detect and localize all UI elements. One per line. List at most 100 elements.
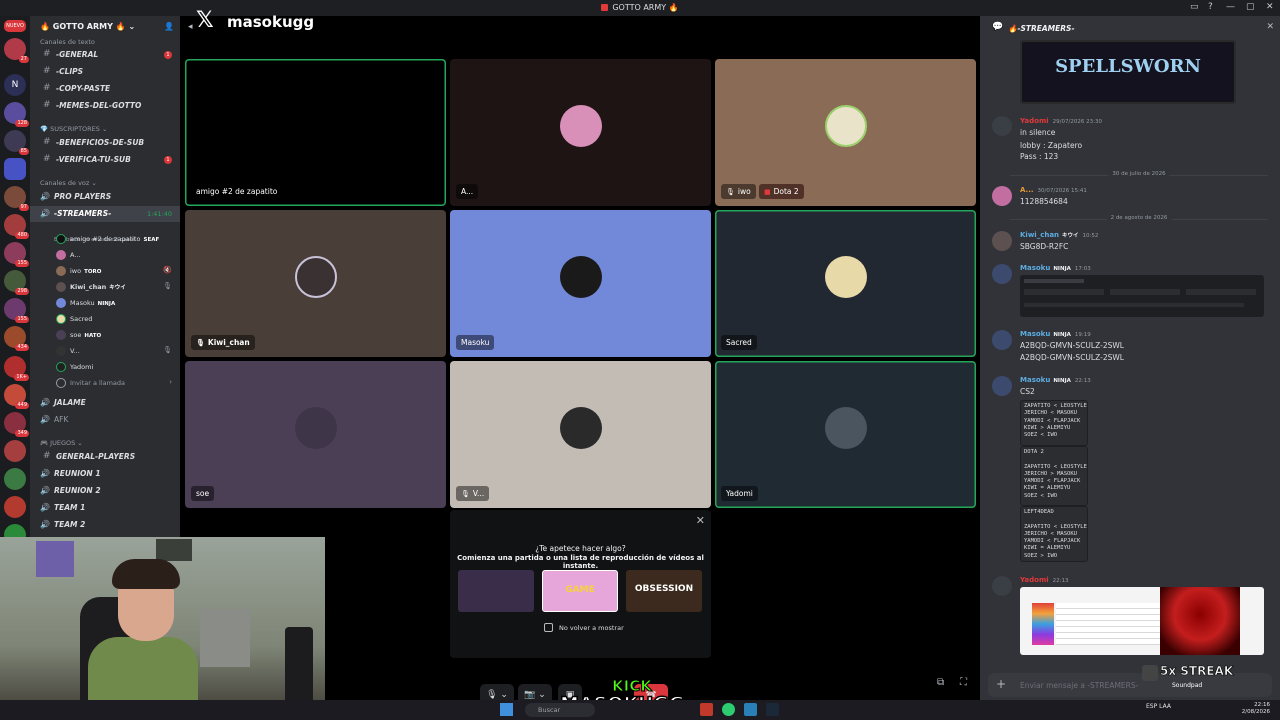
message-author[interactable]: Kiwi_chan キウイ 10:52	[1020, 231, 1098, 239]
participant-tile[interactable]: 🎙 iwo ■ Dota 2	[715, 59, 976, 206]
server-icon[interactable]	[4, 496, 26, 518]
inbox-icon[interactable]: ▭	[1190, 2, 1199, 12]
voice-member[interactable]: amigo #2 de zapatito SEAF	[30, 231, 180, 247]
message-author[interactable]: Masoku NINJA 17:03	[1020, 264, 1091, 272]
server-icon[interactable]: 298	[4, 270, 29, 295]
participant-tile[interactable]: Sacred	[715, 210, 976, 357]
participant-tile[interactable]: 🎙 V...	[450, 361, 711, 508]
spreadsheet-attachment[interactable]	[1020, 587, 1264, 655]
server-icon[interactable]	[4, 440, 26, 462]
app-icon[interactable]	[744, 703, 757, 716]
avatar[interactable]	[992, 376, 1012, 396]
voice-jalame[interactable]: 🔊 JALAME	[30, 395, 180, 411]
server-icon[interactable]: 85	[4, 130, 29, 155]
server-icon[interactable]: 1K+	[4, 356, 29, 381]
popout-icon[interactable]: ⧉	[937, 677, 944, 688]
participant-tile[interactable]: soe	[185, 361, 446, 508]
server-icon[interactable]: 449	[4, 384, 29, 409]
voice-member[interactable]: V... 🎙	[30, 343, 180, 359]
screenshot-attachment[interactable]	[1020, 275, 1264, 317]
category-text[interactable]: Canales de texto	[40, 38, 95, 46]
image-attachment[interactable]: SPELLSWORN	[1020, 40, 1236, 104]
message-author[interactable]: Masoku NINJA 22:13	[1020, 376, 1091, 384]
voice-team-2[interactable]: 🔊 TEAM 2	[30, 517, 180, 533]
voice-member[interactable]: Kiwi_chan キウイ 🎙	[30, 279, 180, 295]
voice-member[interactable]: Yadomi	[30, 359, 180, 375]
message-author[interactable]: A... 30/07/2026 15:41	[1020, 186, 1087, 194]
system-clock[interactable]: 22:16 2/08/2026	[1242, 702, 1270, 716]
message-author[interactable]: Masoku NINJA 19:19	[1020, 330, 1091, 338]
server-icon[interactable]: 97	[4, 186, 29, 211]
message-author[interactable]: Yadomi 22:13	[1020, 576, 1069, 584]
avatar[interactable]	[992, 264, 1012, 284]
category-games[interactable]: 🎮 JUEGOS ⌄	[40, 439, 83, 447]
avatar[interactable]	[992, 116, 1012, 136]
avatar[interactable]	[992, 231, 1012, 251]
participant-tile[interactable]: 🎙 Kiwi_chan	[185, 210, 446, 357]
channel-general[interactable]: # -GENERAL 1	[30, 47, 180, 63]
channel-verifica[interactable]: # -VERIFICA-TU-SUB 1	[30, 152, 180, 168]
server-name[interactable]: 🔥 GOTTO ARMY 🔥 ⌄	[40, 22, 135, 31]
server-icon[interactable]: 27	[4, 38, 29, 63]
voice-member[interactable]: A...	[30, 247, 180, 263]
voice-member[interactable]: Sacred	[30, 311, 180, 327]
app-icon[interactable]	[700, 703, 713, 716]
taskbar-search[interactable]: Buscar	[525, 703, 595, 717]
start-icon[interactable]	[500, 703, 513, 716]
activity-thumbnail[interactable]	[458, 570, 534, 612]
minimize-button[interactable]: —	[1226, 2, 1235, 12]
voice-reunion-1[interactable]: 🔊 REUNION 1	[30, 466, 180, 482]
channel-general-players[interactable]: # GENERAL-PLAYERS	[30, 449, 180, 465]
voice-member[interactable]: Masoku NINJA	[30, 295, 180, 311]
avatar	[294, 406, 337, 449]
voice-member[interactable]: iwo TORO 🔇	[30, 263, 180, 279]
voice-member[interactable]: soe HATO	[30, 327, 180, 343]
channel-copy-paste[interactable]: # -COPY-PASTE	[30, 81, 180, 97]
avatar[interactable]	[992, 186, 1012, 206]
invite-to-call[interactable]: Invitar a llamada ›	[30, 375, 180, 391]
voice-team-1[interactable]: 🔊 TEAM 1	[30, 500, 180, 516]
message-author[interactable]: Yadomi 29/07/2026 23:30	[1020, 117, 1102, 125]
channel-beneficios[interactable]: # -BENEFICIOS-DE-SUB	[30, 135, 180, 151]
channel-clips[interactable]: # -CLIPS	[30, 64, 180, 80]
category-voice[interactable]: Canales de voz ⌄	[40, 179, 97, 187]
voice-streamers[interactable]: 🔊 -STREAMERS- 1:41:40	[30, 206, 180, 222]
close-window-button[interactable]: ✕	[1266, 2, 1274, 12]
steam-icon[interactable]	[766, 703, 779, 716]
voice-afk[interactable]: 🔊 AFK	[30, 412, 180, 428]
server-icon[interactable]: N	[4, 74, 26, 96]
collapse-sidebar-icon[interactable]: ◂	[188, 22, 193, 32]
add-member-icon[interactable]: 👤	[164, 22, 174, 31]
server-icon[interactable]: 128	[4, 102, 29, 127]
help-icon[interactable]: ?	[1208, 2, 1213, 12]
folder-icon[interactable]	[4, 158, 26, 180]
dont-show-checkbox[interactable]	[544, 623, 553, 632]
server-icon[interactable]: 155	[4, 242, 29, 267]
participant-tile[interactable]: Yadomi	[715, 361, 976, 508]
server-icon[interactable]: 155	[4, 298, 29, 323]
category-subscribers[interactable]: 💎 SUSCRIPTORES ⌄	[40, 125, 107, 133]
server-icon[interactable]: 480	[4, 214, 29, 239]
close-icon[interactable]: ✕	[1266, 22, 1274, 32]
participant-tile[interactable]: A...	[450, 59, 711, 206]
channel-memes[interactable]: # -MEMES-DEL-GOTTO	[30, 98, 180, 114]
avatar[interactable]	[992, 330, 1012, 350]
participant-tile[interactable]: amigo #2 de zapatito	[185, 59, 446, 206]
fullscreen-icon[interactable]: ⛶	[960, 677, 967, 688]
server-icon[interactable]: 434	[4, 326, 29, 351]
close-icon[interactable]: ✕	[696, 514, 705, 527]
server-icon[interactable]: 349	[4, 412, 29, 437]
add-attachment-icon[interactable]: +	[996, 677, 1006, 691]
language-indicator[interactable]: ESP LAA	[1146, 704, 1171, 710]
maximize-button[interactable]: ▢	[1246, 2, 1255, 12]
app-icon[interactable]	[722, 703, 735, 716]
new-badge[interactable]: NUEVO	[4, 20, 26, 32]
server-icon[interactable]	[4, 468, 26, 490]
speaker-icon: 🔊	[40, 486, 50, 495]
voice-reunion-2[interactable]: 🔊 REUNION 2	[30, 483, 180, 499]
voice-pro-players[interactable]: 🔊 PRO PLAYERS	[30, 189, 180, 205]
participant-tile[interactable]: Masoku	[450, 210, 711, 357]
activity-thumbnail[interactable]: OBSESSION	[626, 570, 702, 612]
avatar[interactable]	[992, 576, 1012, 596]
activity-thumbnail[interactable]: GAME	[542, 570, 618, 612]
